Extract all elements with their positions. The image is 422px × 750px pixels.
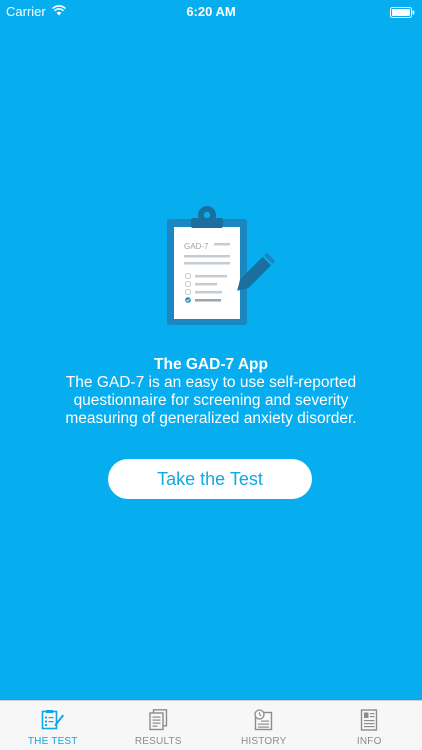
clipboard-label: GAD-7 <box>184 242 209 251</box>
tab-results[interactable]: RESULTS <box>106 701 212 750</box>
hero-content: The GAD-7 App The GAD-7 is an easy to us… <box>40 356 382 428</box>
app-title: The GAD-7 App <box>154 356 268 373</box>
tab-bar: THE TEST RESULTS HISTORY INFO <box>0 700 422 750</box>
tab-the-test[interactable]: THE TEST <box>0 701 106 750</box>
battery-icon <box>390 5 415 18</box>
test-icon <box>41 710 64 730</box>
results-icon <box>149 709 168 731</box>
status-bar: Carrier 6:20 AM <box>0 0 422 22</box>
tab-label: THE TEST <box>27 736 78 747</box>
tab-label: RESULTS <box>134 736 182 747</box>
history-icon <box>254 709 272 731</box>
take-test-button[interactable]: Take the Test <box>108 459 312 499</box>
info-icon <box>361 709 378 731</box>
tab-info[interactable]: INFO <box>317 701 422 750</box>
tab-label: INFO <box>356 736 382 747</box>
tab-history[interactable]: HISTORY <box>211 701 317 750</box>
app-description: The GAD-7 is an easy to use self-reporte… <box>65 374 357 427</box>
status-time: 6:20 AM <box>186 4 236 19</box>
clipboard-pencil-icon: GAD-7 <box>164 205 276 327</box>
tab-label: HISTORY <box>241 736 287 747</box>
